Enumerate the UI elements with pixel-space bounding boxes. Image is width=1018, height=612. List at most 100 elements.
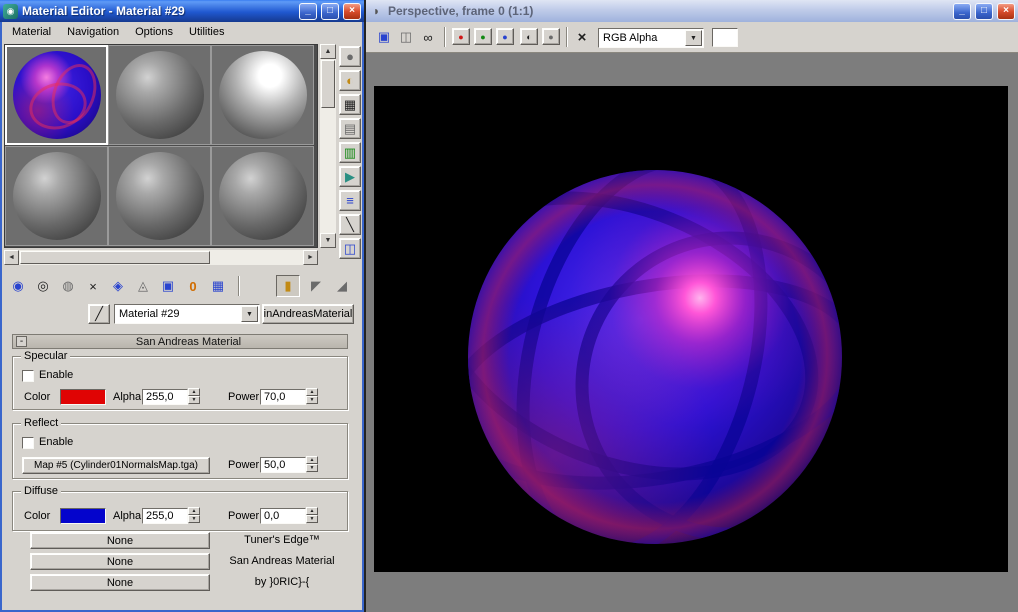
assign-material-icon: ◍ [62, 278, 74, 293]
spinner-down-icon[interactable]: ▼ [306, 464, 318, 472]
specular-alpha-spinner[interactable]: ▲ ▼ [188, 388, 200, 405]
maximize-button[interactable]: □ [975, 2, 993, 20]
scroll-up-button[interactable]: ▲ [320, 44, 336, 59]
menu-utilities[interactable]: Utilities [181, 24, 232, 40]
scrollbar-thumb[interactable] [321, 60, 335, 108]
map-slot-button-2[interactable]: None [30, 553, 210, 570]
minimize-button[interactable]: _ [299, 2, 317, 20]
red-channel-button[interactable]: ● [452, 28, 470, 45]
rollout-header[interactable]: - San Andreas Material [12, 334, 348, 349]
diffuse-alpha-field[interactable]: 255,0 [142, 508, 188, 524]
select-by-material-button[interactable]: ╲ [339, 214, 361, 235]
options-button[interactable]: ≡ [339, 190, 361, 211]
sphere-preview [115, 51, 204, 139]
reflect-power-field[interactable]: 50,0 [260, 457, 306, 473]
find-region-button[interactable]: ∞ [418, 27, 438, 47]
material-id-channel-button[interactable]: 0 [181, 275, 205, 297]
specular-power-spinner[interactable]: ▲ ▼ [306, 388, 318, 405]
diffuse-power-field[interactable]: 0,0 [260, 508, 306, 524]
clear-button[interactable]: × [572, 27, 592, 47]
map-slot-button-3[interactable]: None [30, 574, 210, 591]
specular-power-field[interactable]: 70,0 [260, 389, 306, 405]
assign-material-button[interactable]: ◍ [56, 275, 80, 297]
specular-color-swatch[interactable] [60, 389, 106, 405]
close-button[interactable]: × [343, 2, 361, 20]
material-type-button[interactable]: inAndreasMaterial [262, 304, 354, 324]
channel-display-combo[interactable]: RGB Alpha ▼ [598, 28, 704, 48]
spinner-up-icon[interactable]: ▲ [188, 388, 200, 396]
scroll-right-button[interactable]: ► [303, 250, 318, 265]
sample-uv-tiling-button[interactable]: ▤ [339, 118, 361, 139]
backlight-button[interactable]: ◐ [339, 70, 361, 91]
rollout-collapse-button[interactable]: - [16, 336, 27, 347]
slots-vertical-scrollbar[interactable] [320, 59, 336, 233]
diffuse-alpha-spinner[interactable]: ▲ ▼ [188, 507, 200, 524]
put-material-to-scene-button[interactable]: ◎ [31, 275, 55, 297]
reflect-map-button[interactable]: Map #5 (Cylinder01NormalsMap.tga) [22, 457, 210, 474]
slots-horizontal-scrollbar[interactable] [19, 250, 303, 265]
get-material-button[interactable]: ◉ [6, 275, 30, 297]
diffuse-color-swatch[interactable] [60, 508, 106, 524]
chevron-down-icon[interactable]: ▼ [241, 306, 258, 322]
material-editor-titlebar[interactable]: ◉ Material Editor - Material #29 _ □ × [0, 0, 364, 22]
spinner-down-icon[interactable]: ▼ [306, 396, 318, 404]
make-material-copy-button[interactable]: ◈ [106, 275, 130, 297]
material-name-combo[interactable]: Material #29 ▼ [114, 304, 260, 324]
render-window-titlebar[interactable]: ◗ Perspective, frame 0 (1:1) _ □ × [366, 0, 1018, 22]
spinner-down-icon[interactable]: ▼ [188, 396, 200, 404]
sample-type-button[interactable]: ● [339, 46, 361, 67]
make-unique-button[interactable]: ◬ [131, 275, 155, 297]
go-forward-to-sibling-icon: ◢ [337, 278, 347, 293]
scroll-left-button[interactable]: ◄ [4, 250, 19, 265]
reset-map-button[interactable]: × [81, 275, 105, 297]
material-slot[interactable] [108, 45, 211, 145]
scroll-down-button[interactable]: ▼ [320, 233, 336, 248]
map-slot-button-1[interactable]: None [30, 532, 210, 549]
menu-navigation[interactable]: Navigation [59, 24, 127, 40]
spinner-down-icon[interactable]: ▼ [188, 515, 200, 523]
pick-material-button[interactable]: ╱ [88, 304, 110, 324]
put-to-library-button[interactable]: ▣ [156, 275, 180, 297]
material-slot[interactable] [5, 146, 108, 246]
monochrome-button[interactable]: ● [542, 28, 560, 45]
minimize-button[interactable]: _ [953, 2, 971, 20]
make-preview-icon: ▶ [345, 168, 355, 184]
close-button[interactable]: × [997, 2, 1015, 20]
clone-window-button[interactable]: ◫ [396, 27, 416, 47]
specular-enable-checkbox[interactable] [22, 370, 34, 382]
blue-channel-button[interactable]: ● [496, 28, 514, 45]
go-forward-to-sibling-button[interactable]: ◢ [330, 275, 354, 297]
video-color-check-button[interactable]: ▥ [339, 142, 361, 163]
show-end-result-button[interactable]: ▮ [276, 275, 300, 297]
specular-alpha-field[interactable]: 255,0 [142, 389, 188, 405]
reflect-group-label: Reflect [21, 417, 62, 429]
make-preview-button[interactable]: ▶ [339, 166, 361, 187]
material-map-navigator-button[interactable]: ◫ [339, 238, 361, 259]
maximize-button[interactable]: □ [321, 2, 339, 20]
spinner-down-icon[interactable]: ▼ [306, 515, 318, 523]
green-channel-button[interactable]: ● [474, 28, 492, 45]
diffuse-power-spinner[interactable]: ▲ ▼ [306, 507, 318, 524]
options-icon: ≡ [346, 193, 354, 208]
spinner-up-icon[interactable]: ▲ [188, 507, 200, 515]
material-slot[interactable] [211, 45, 314, 145]
background-button[interactable]: ▦ [339, 94, 361, 115]
chevron-down-icon[interactable]: ▼ [685, 30, 702, 46]
save-bitmap-button[interactable]: ▣ [374, 27, 394, 47]
material-slot[interactable] [108, 146, 211, 246]
material-slot[interactable] [211, 146, 314, 246]
show-map-in-viewport-button[interactable]: ▦ [206, 275, 230, 297]
reflect-power-spinner[interactable]: ▲ ▼ [306, 456, 318, 473]
color-swatch[interactable] [712, 28, 738, 47]
reflect-enable-checkbox[interactable] [22, 437, 34, 449]
green-channel-icon: ● [480, 31, 486, 42]
menu-options[interactable]: Options [127, 24, 181, 40]
go-to-parent-button[interactable]: ◤ [304, 275, 328, 297]
menu-material[interactable]: Material [4, 24, 59, 40]
spinner-up-icon[interactable]: ▲ [306, 456, 318, 464]
material-slot-active[interactable] [5, 45, 108, 145]
alpha-channel-button[interactable]: ◐ [520, 28, 538, 45]
spinner-up-icon[interactable]: ▲ [306, 388, 318, 396]
spinner-up-icon[interactable]: ▲ [306, 507, 318, 515]
scrollbar-thumb[interactable] [20, 251, 210, 264]
